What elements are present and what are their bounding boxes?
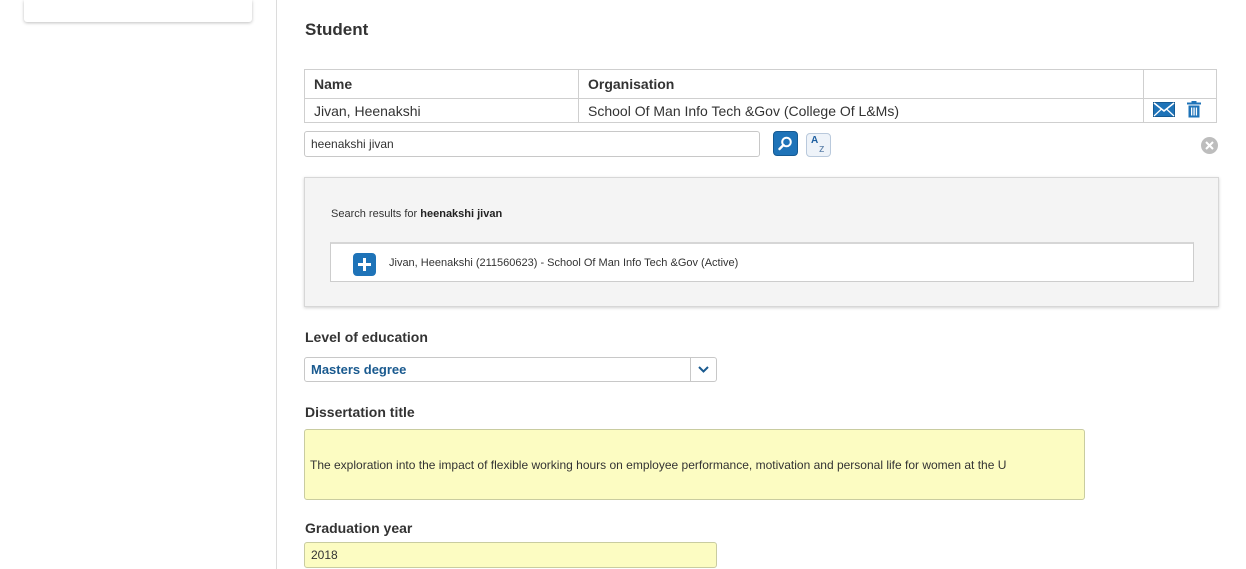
graduation-year-field[interactable]: 2018	[304, 542, 717, 568]
chevron-down-icon[interactable]	[690, 358, 716, 381]
row-actions	[1143, 98, 1217, 123]
search-icon	[778, 136, 792, 151]
sort-az-icon: A	[811, 135, 819, 146]
sort-az-button[interactable]: A z	[806, 133, 831, 157]
dissertation-title-field[interactable]: The exploration into the impact of flexi…	[304, 429, 1085, 500]
student-organisation-cell: School Of Man Info Tech &Gov (College Of…	[578, 98, 1144, 123]
search-results-heading: Search results for heenakshi jivan	[331, 208, 503, 220]
graduation-label: Graduation year	[305, 520, 413, 536]
search-results-query: heenakshi jivan	[420, 208, 503, 220]
table-header-row: Name Organisation	[304, 69, 1217, 99]
plus-icon	[358, 258, 371, 271]
education-selected-value: Masters degree	[311, 362, 407, 377]
dissertation-label: Dissertation title	[305, 404, 415, 420]
column-divider	[276, 0, 277, 569]
section-title: Student	[305, 20, 369, 39]
search-button[interactable]	[773, 131, 798, 156]
search-result-item[interactable]: Jivan, Heenakshi (211560623) - School Of…	[330, 242, 1194, 282]
trash-icon[interactable]	[1186, 100, 1201, 121]
column-header-name: Name	[304, 69, 579, 99]
add-student-button[interactable]	[353, 253, 376, 276]
clear-icon	[1205, 141, 1214, 150]
column-header-organisation: Organisation	[578, 69, 1144, 99]
education-label: Level of education	[305, 329, 428, 345]
clear-search-button[interactable]	[1201, 137, 1218, 154]
student-name-cell: Jivan, Heenakshi	[304, 98, 579, 123]
column-header-actions	[1143, 69, 1217, 99]
education-select[interactable]: Masters degree	[304, 357, 717, 382]
student-search-input[interactable]	[304, 131, 760, 157]
search-result-label: Jivan, Heenakshi (211560623) - School Of…	[389, 257, 739, 269]
sidebar-card	[24, 0, 252, 22]
table-row: Jivan, Heenakshi School Of Man Info Tech…	[304, 98, 1217, 123]
search-results-panel: Search results for heenakshi jivan Jivan…	[304, 177, 1219, 307]
mail-icon[interactable]	[1153, 101, 1175, 120]
student-table: Name Organisation Jivan, Heenakshi Schoo…	[304, 69, 1217, 123]
